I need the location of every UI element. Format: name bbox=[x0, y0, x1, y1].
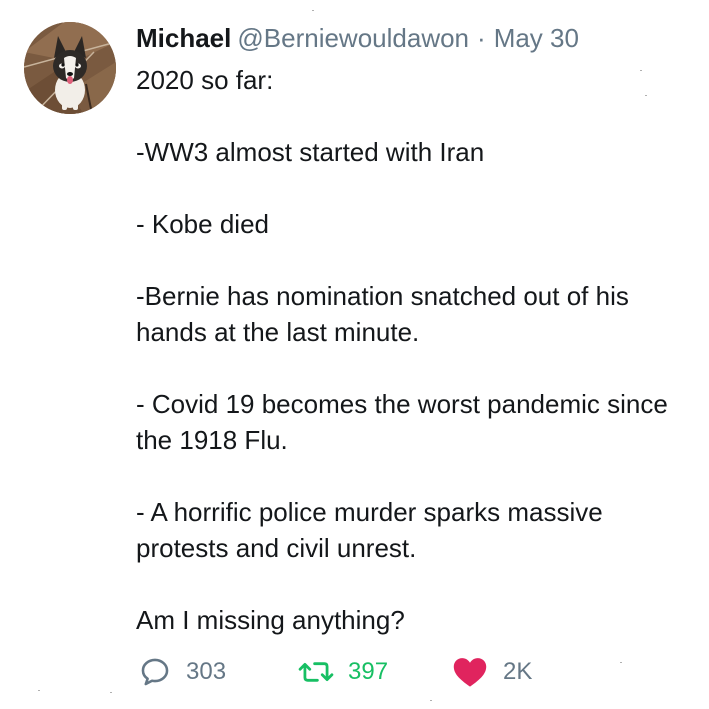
tweet-date[interactable]: May 30 bbox=[494, 23, 579, 53]
retweet-button[interactable]: 397 bbox=[298, 652, 388, 692]
tweet-paragraph: -WW3 almost started with Iran bbox=[136, 137, 485, 167]
like-count: 2K bbox=[503, 658, 533, 685]
author-name[interactable]: Michael bbox=[136, 23, 231, 53]
scan-speck bbox=[645, 95, 647, 96]
tweet-paragraph: 2020 so far: bbox=[136, 65, 274, 95]
reply-button[interactable]: 303 bbox=[138, 652, 226, 692]
scan-speck bbox=[38, 690, 40, 691]
tweet-paragraph: - Kobe died bbox=[136, 209, 269, 239]
scan-speck bbox=[430, 700, 432, 701]
tweet: Michael @Berniewouldawon · May 30 2020 so f… bbox=[0, 0, 709, 709]
header-separator: · bbox=[477, 23, 486, 53]
scan-speck bbox=[110, 692, 112, 693]
retweet-count: 397 bbox=[348, 658, 389, 685]
tweet-paragraph: -Bernie has nomination snatched out of h… bbox=[136, 281, 629, 347]
reply-count: 303 bbox=[186, 658, 227, 685]
scan-speck bbox=[620, 662, 622, 663]
scan-speck bbox=[640, 70, 642, 71]
husky-puppy-avatar-icon bbox=[24, 22, 116, 114]
tweet-paragraph: - A horrific police murder sparks massiv… bbox=[136, 497, 603, 563]
tweet-text: 2020 so far: -WW3 almost started with Ir… bbox=[136, 62, 686, 638]
tweet-paragraph: Am I missing anything? bbox=[136, 605, 405, 635]
scan-speck bbox=[312, 10, 314, 11]
author-handle[interactable]: @Berniewouldawon bbox=[237, 23, 469, 53]
retweet-icon bbox=[298, 662, 334, 682]
heart-icon bbox=[453, 658, 487, 687]
tweet-header: Michael @Berniewouldawon · May 30 bbox=[136, 20, 579, 56]
like-button[interactable]: 2K bbox=[451, 652, 532, 692]
reply-bubble-icon bbox=[141, 658, 169, 686]
tweet-actions: 303 397 2K bbox=[138, 652, 638, 692]
avatar[interactable] bbox=[24, 22, 116, 114]
tweet-paragraph: - Covid 19 becomes the worst pandemic si… bbox=[136, 389, 668, 455]
